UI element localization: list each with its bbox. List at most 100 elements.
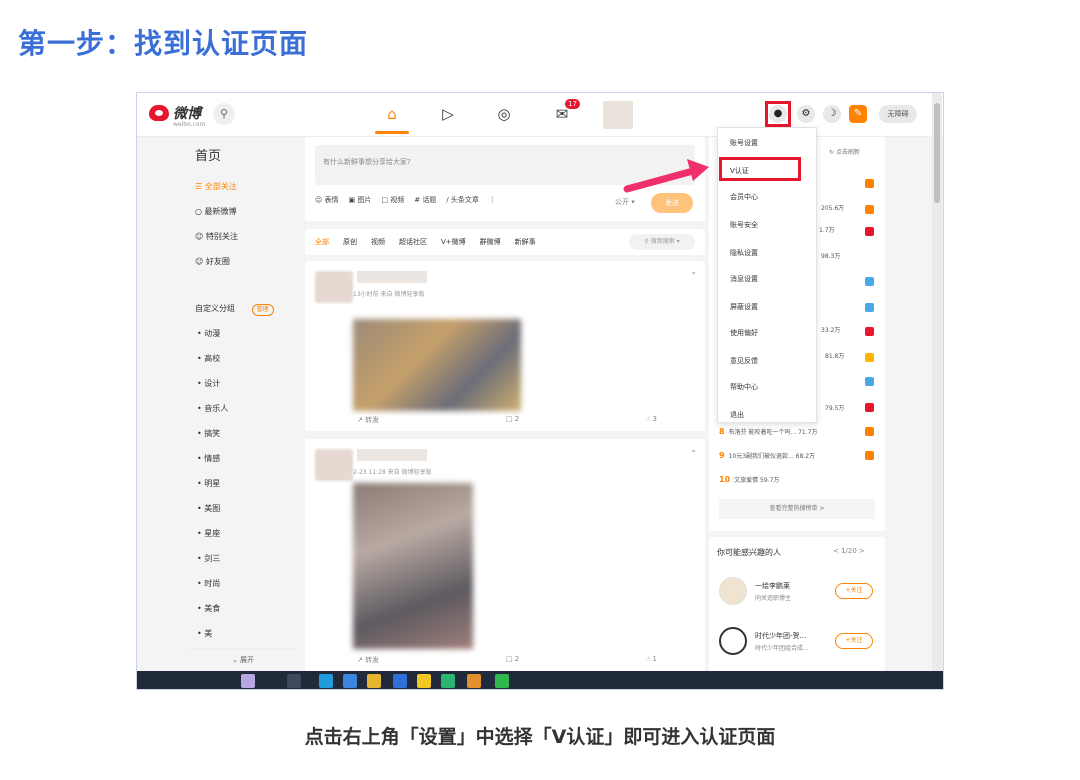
- sidebar-group-item[interactable]: • 高校: [189, 346, 297, 371]
- menu-item-help[interactable]: 帮助中心: [730, 382, 758, 392]
- hot-row[interactable]: 33.2万: [821, 325, 840, 334]
- tab-fresh[interactable]: 新鲜事: [515, 237, 536, 247]
- post-image[interactable]: [353, 319, 521, 411]
- dark-mode-icon[interactable]: ☽: [823, 105, 841, 123]
- chrome-icon[interactable]: [367, 674, 381, 688]
- suggest-user-name[interactable]: 一绘李鹏莱: [755, 581, 790, 591]
- gear-icon[interactable]: ⚙: [797, 105, 815, 123]
- menu-item-feedback[interactable]: 意见反馈: [730, 356, 758, 366]
- sidebar-group-item[interactable]: • 美图: [189, 496, 297, 521]
- menu-item-preferences[interactable]: 使用偏好: [730, 328, 758, 338]
- sidebar-group-item[interactable]: • 音乐人: [189, 396, 297, 421]
- video-icon[interactable]: ▷: [437, 103, 459, 125]
- home-icon[interactable]: ⌂: [381, 103, 403, 125]
- scrollbar[interactable]: [932, 93, 942, 671]
- sidebar-group-item[interactable]: • 搞笑: [189, 421, 297, 446]
- chevron-down-icon[interactable]: ⌄: [690, 445, 697, 454]
- menu-item-logout[interactable]: 退出: [730, 410, 744, 420]
- hot-icon[interactable]: ◎: [493, 103, 515, 125]
- sidebar-group-item[interactable]: • 星座: [189, 521, 297, 546]
- refresh-button[interactable]: ↻ 点击刷新: [829, 147, 860, 156]
- chevron-down-icon[interactable]: ⌄: [690, 267, 697, 276]
- full-hot-list-button[interactable]: 查看完整热搜榜单 >: [719, 499, 875, 519]
- comment-button[interactable]: □ 2: [506, 655, 519, 665]
- hot-row[interactable]: 79.5万: [825, 403, 844, 412]
- sidebar-item-all-follow[interactable]: ☰ 全部关注: [189, 174, 297, 199]
- wechat-icon[interactable]: [495, 674, 509, 688]
- comment-button[interactable]: □ 2: [506, 415, 519, 425]
- edge-icon[interactable]: [319, 674, 333, 688]
- image-tool[interactable]: ▣ 图片: [349, 195, 372, 205]
- tab-original[interactable]: 原创: [343, 237, 357, 247]
- menu-item-account-security[interactable]: 账号安全: [730, 220, 758, 230]
- manage-button[interactable]: 管理: [251, 304, 274, 316]
- avatar[interactable]: [719, 627, 747, 655]
- weibo-logo[interactable]: 微博 weibo.com: [149, 103, 205, 128]
- sidebar-group-item[interactable]: • 美食: [189, 596, 297, 621]
- word-icon[interactable]: [393, 674, 407, 688]
- screenshot-frame: 微博 weibo.com ⚲ ⌂ ▷ ◎ ✉ 17 ● ⚙ ☽ ✎ 无障碍 首页…: [136, 92, 944, 690]
- article-tool[interactable]: ∕ 头条文章: [446, 195, 479, 205]
- sidebar-group-item[interactable]: • 美: [189, 621, 297, 646]
- scrollbar-thumb[interactable]: [934, 103, 940, 203]
- repost-button[interactable]: ↗ 转发: [357, 415, 379, 425]
- menu-item-account-settings[interactable]: 账号设置: [730, 138, 758, 148]
- tab-vplus[interactable]: V+微博: [441, 237, 466, 247]
- sidebar-group-item[interactable]: • 剑三: [189, 546, 297, 571]
- hot-row[interactable]: 81.8万: [825, 351, 844, 360]
- user-avatar[interactable]: [603, 101, 633, 129]
- menu-item-block-settings[interactable]: 屏蔽设置: [730, 302, 758, 312]
- post-avatar[interactable]: [315, 271, 353, 303]
- tab-video[interactable]: 视频: [371, 237, 385, 247]
- sidebar-group-item[interactable]: • 动漫: [189, 321, 297, 346]
- compose-icon[interactable]: ✎: [849, 105, 867, 123]
- expand-button[interactable]: ⌄ 展开: [189, 648, 297, 665]
- post-avatar[interactable]: [315, 449, 353, 481]
- menu-item-message-settings[interactable]: 消息设置: [730, 274, 758, 284]
- more-tools-icon[interactable]: ⋮: [489, 196, 496, 204]
- post-image[interactable]: [353, 483, 473, 649]
- like-button[interactable]: ☝ 3: [646, 415, 657, 425]
- hot-row[interactable]: 9 10元3副我们被仪退款... 68.2万: [719, 451, 815, 460]
- post-author-name[interactable]: [357, 271, 427, 283]
- menu-item-membership[interactable]: 会员中心: [730, 192, 758, 202]
- topic-tool[interactable]: # 话题: [414, 195, 436, 205]
- hot-row[interactable]: 8 布洛芬 能咬着吃一个吗... 71.7万: [719, 427, 817, 436]
- repost-button[interactable]: ↗ 转发: [357, 655, 379, 665]
- task-view-icon[interactable]: [287, 674, 301, 688]
- wallpaper-icon[interactable]: [241, 674, 255, 688]
- tab-supertopic[interactable]: 超话社区: [399, 237, 427, 247]
- tab-all[interactable]: 全部: [315, 237, 329, 247]
- like-button[interactable]: ☝ 1: [646, 655, 657, 665]
- notes-icon[interactable]: [417, 674, 431, 688]
- sidebar-group-item[interactable]: • 时尚: [189, 571, 297, 596]
- sidebar-item-latest[interactable]: ○ 最新微博: [189, 199, 297, 224]
- follow-button[interactable]: +关注: [835, 633, 873, 649]
- suggest-pagination[interactable]: < 1/20 >: [833, 547, 865, 555]
- hot-row[interactable]: 205.6万: [821, 203, 844, 212]
- hot-tag-icon: [865, 377, 874, 386]
- avatar[interactable]: [719, 577, 747, 605]
- hot-row[interactable]: 1.7万: [819, 225, 835, 234]
- sidebar-group-item[interactable]: • 明星: [189, 471, 297, 496]
- app-icon[interactable]: [441, 674, 455, 688]
- suggest-user-name[interactable]: 时代少年团-贺...: [755, 631, 806, 641]
- sidebar-item-friends[interactable]: ☺ 好友圈: [189, 249, 297, 274]
- accessibility-button[interactable]: 无障碍: [879, 105, 917, 123]
- tab-group[interactable]: 群微博: [480, 237, 501, 247]
- tab-search-input[interactable]: ⚲ 搜我搜索 ▾: [629, 234, 695, 250]
- search-icon[interactable]: ⚲: [213, 103, 235, 125]
- menu-item-privacy[interactable]: 隐私设置: [730, 248, 758, 258]
- post-author-name[interactable]: [357, 449, 427, 461]
- sidebar-item-special[interactable]: ☺ 特别关注: [189, 224, 297, 249]
- explorer-icon[interactable]: [343, 674, 357, 688]
- hot-row[interactable]: 98.3万: [821, 251, 840, 260]
- app-icon[interactable]: [467, 674, 481, 688]
- follow-button[interactable]: +关注: [835, 583, 873, 599]
- sidebar-group-item[interactable]: • 情感: [189, 446, 297, 471]
- windows-taskbar: [137, 671, 943, 689]
- emoji-tool[interactable]: ☺ 表情: [315, 195, 339, 205]
- video-tool[interactable]: □ 视频: [381, 195, 404, 205]
- hot-row[interactable]: 10 文旅爱情 59.7万: [719, 475, 779, 484]
- sidebar-group-item[interactable]: • 设计: [189, 371, 297, 396]
